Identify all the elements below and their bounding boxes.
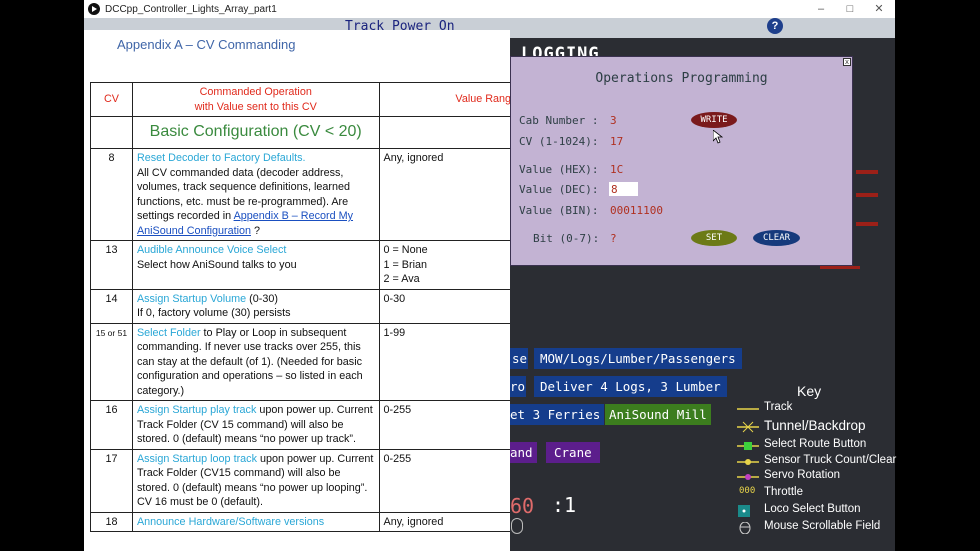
- value-bin-field[interactable]: 00011100: [610, 204, 663, 217]
- value-bin-label: Value (BIN):: [519, 204, 599, 217]
- cv-label: CV (1-1024):: [519, 135, 599, 148]
- track-line-icon: [737, 408, 759, 410]
- desktop: DCCpp_Controller_Lights_Array_part1 – □ …: [0, 0, 980, 551]
- mouse-icon: [739, 522, 751, 534]
- route-button-crane[interactable]: Crane: [546, 442, 600, 463]
- red-label-fragment: [856, 170, 878, 174]
- loco-select-icon: [738, 505, 750, 517]
- ops-title: Operations Programming: [595, 71, 768, 86]
- cv-field[interactable]: 17: [610, 135, 623, 148]
- cab-number-label: Cab Number :: [519, 114, 599, 127]
- cab-number-field[interactable]: 3: [610, 114, 617, 127]
- table-row: 15 or 51 Select Folder to Play or Loop i…: [90, 322, 510, 401]
- table-row: 14 Assign Startup Volume (0-30) If 0, fac…: [90, 288, 510, 324]
- throttle-icon: 000: [739, 486, 756, 496]
- loco-ratio: :1: [552, 493, 577, 517]
- table-row: 16 Assign Startup play track upon power …: [90, 400, 510, 450]
- maximize-button[interactable]: □: [835, 0, 865, 18]
- route-button-and[interactable]: and: [510, 442, 537, 463]
- section-row: Basic Configuration (CV < 20): [90, 116, 510, 149]
- red-label-fragment: [856, 193, 878, 197]
- route-button-mow[interactable]: MOW/Logs/Lumber/Passengers: [534, 348, 742, 369]
- value-dec-label: Value (DEC):: [519, 183, 599, 196]
- cv-table: CV Commanded Operation with Value sent to…: [90, 82, 510, 532]
- doc-heading: Appendix A – CV Commanding: [117, 37, 296, 52]
- section-title: Basic Configuration (CV < 20): [131, 116, 380, 149]
- sensor-icon: [737, 459, 759, 465]
- route-button-deliver[interactable]: Deliver 4 Logs, 3 Lumber: [534, 376, 727, 397]
- col-header-cv: CV: [90, 82, 133, 117]
- table-row: 13 Audible Announce Voice Select Select h…: [90, 240, 510, 290]
- logging-label: LOGGING: [521, 44, 600, 56]
- red-label-fragment: [820, 266, 860, 269]
- route-button-deliver-partial[interactable]: ro: [510, 376, 526, 397]
- key-title: Key: [797, 383, 822, 399]
- value-dec-input[interactable]: [609, 182, 638, 196]
- value-hex-label: Value (HEX):: [519, 163, 599, 176]
- clear-button[interactable]: CLEAR: [753, 230, 800, 246]
- cv-document-overlay: Appendix A – CV Commanding CV Commanded …: [84, 30, 510, 551]
- servo-icon: [737, 474, 759, 480]
- route-button-ferries[interactable]: et 3 Ferries: [510, 404, 605, 425]
- help-button[interactable]: ?: [767, 18, 783, 34]
- set-button[interactable]: SET: [691, 230, 737, 246]
- red-label-fragment: [856, 222, 878, 226]
- mouse-cursor-icon: [713, 130, 723, 144]
- loco-number: 60: [510, 494, 535, 518]
- close-button[interactable]: ✕: [864, 0, 894, 18]
- play-app-icon: [88, 3, 100, 15]
- value-hex-field[interactable]: 1C: [610, 163, 623, 176]
- write-button[interactable]: WRITE: [691, 112, 737, 128]
- table-row: 17 Assign Startup loop track upon power …: [90, 448, 510, 513]
- route-button-anisound-mill[interactable]: AniSound Mill: [605, 404, 711, 425]
- title-bar[interactable]: DCCpp_Controller_Lights_Array_part1 – □ …: [84, 0, 895, 18]
- bit-label: Bit (0-7):: [533, 232, 600, 245]
- table-header-row: CV Commanded Operation with Value sent to…: [90, 82, 510, 117]
- minimize-button[interactable]: –: [806, 0, 836, 18]
- route-button-icon: [737, 442, 759, 450]
- route-button-mow-partial[interactable]: se: [510, 348, 528, 369]
- window-title: DCCpp_Controller_Lights_Array_part1: [105, 3, 277, 15]
- col-header-range: Value Range: [378, 82, 510, 117]
- ops-close-button[interactable]: x: [843, 58, 851, 66]
- bit-field[interactable]: ?: [610, 232, 617, 245]
- col-header-operation: Commanded Operation with Value sent to th…: [131, 82, 380, 117]
- table-row: 18 Announce Hardware/Software versions A…: [90, 511, 510, 532]
- operations-programming-panel: x Operations Programming Cab Number : 3 …: [510, 56, 853, 266]
- table-row: 8 Reset Decoder to Factory Defaults. All …: [90, 148, 510, 241]
- tunnel-icon: [737, 421, 759, 433]
- mouse-scroll-icon[interactable]: [511, 518, 523, 534]
